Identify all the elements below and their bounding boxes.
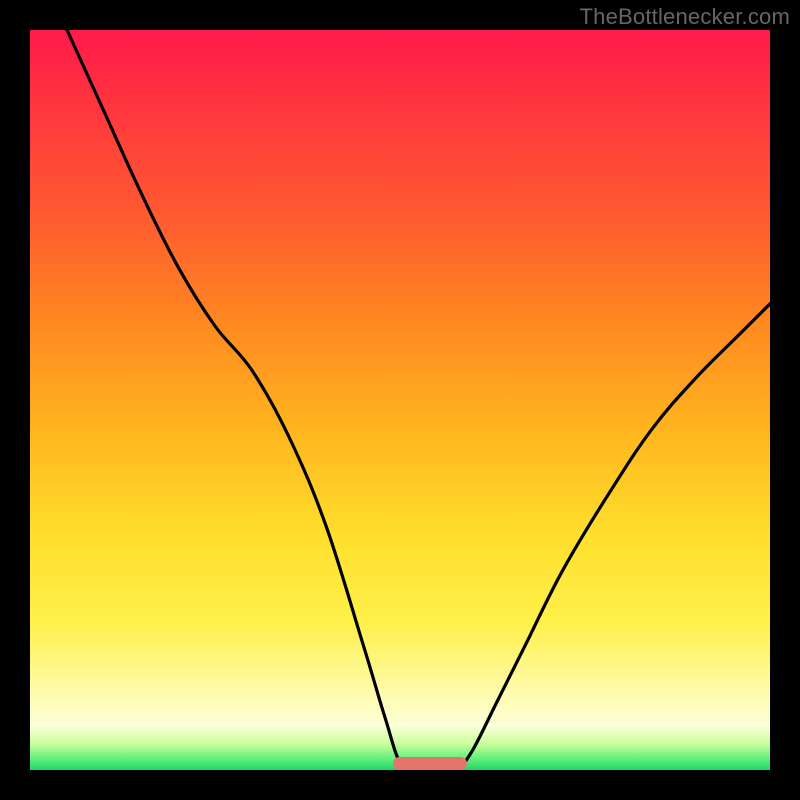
plot-area [30, 30, 770, 770]
curve-path [67, 30, 770, 770]
watermark-text: TheBottlenecker.com [580, 4, 790, 30]
bottleneck-curve [30, 30, 770, 770]
chart-frame: TheBottlenecker.com [0, 0, 800, 800]
optimal-range-marker [393, 757, 467, 770]
